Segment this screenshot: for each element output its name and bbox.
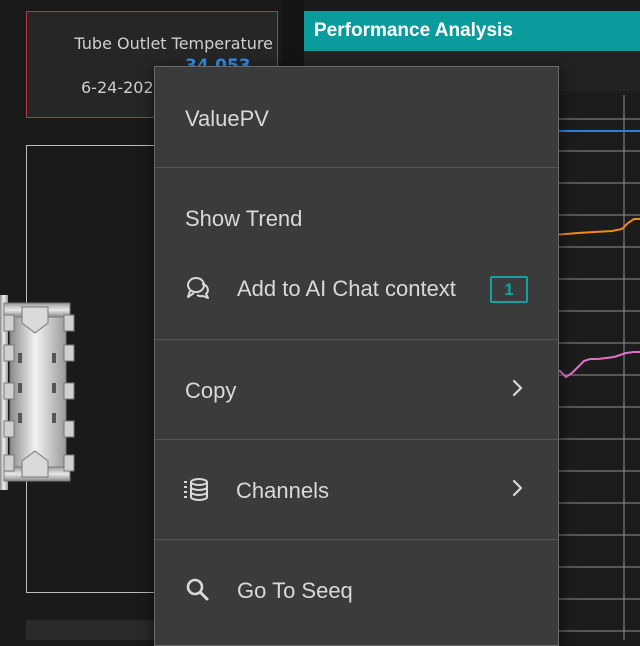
chevron-right-icon (512, 479, 523, 497)
heat-exchanger-icon[interactable] (0, 295, 80, 490)
database-icon (184, 478, 208, 501)
panel-title: Performance Analysis (304, 11, 640, 51)
tile-date: 6-24-202 (81, 78, 154, 97)
menu-separator (155, 339, 558, 340)
performance-trend-chart[interactable] (554, 95, 640, 640)
context-menu: ValuePV Show Trend Add to AI Chat contex… (154, 66, 559, 646)
menu-item-label: Go To Seeq (237, 578, 353, 603)
menu-separator (155, 439, 558, 440)
menu-item-label: Show Trend (185, 206, 303, 231)
menu-item-label: Add to AI Chat context (237, 276, 456, 301)
ai-chat-count-badge: 1 (490, 276, 528, 303)
menu-item-show-trend[interactable]: Show Trend (155, 187, 558, 249)
bottom-tile (26, 620, 166, 640)
menu-item-label: Channels (236, 478, 329, 503)
search-icon (186, 578, 209, 601)
tile-label: Tube Outlet Temperature (74, 34, 273, 53)
menu-separator (155, 167, 558, 168)
chevron-right-icon (512, 379, 523, 397)
menu-item-go-to-seeq[interactable]: Go To Seeq (155, 559, 558, 621)
chat-bubbles-icon (187, 277, 209, 299)
menu-header-valuepv: ValuePV (185, 106, 269, 131)
menu-item-copy[interactable]: Copy (155, 359, 558, 421)
menu-separator (155, 539, 558, 540)
menu-item-label: Copy (185, 378, 237, 403)
menu-item-channels[interactable]: Channels (155, 459, 558, 521)
